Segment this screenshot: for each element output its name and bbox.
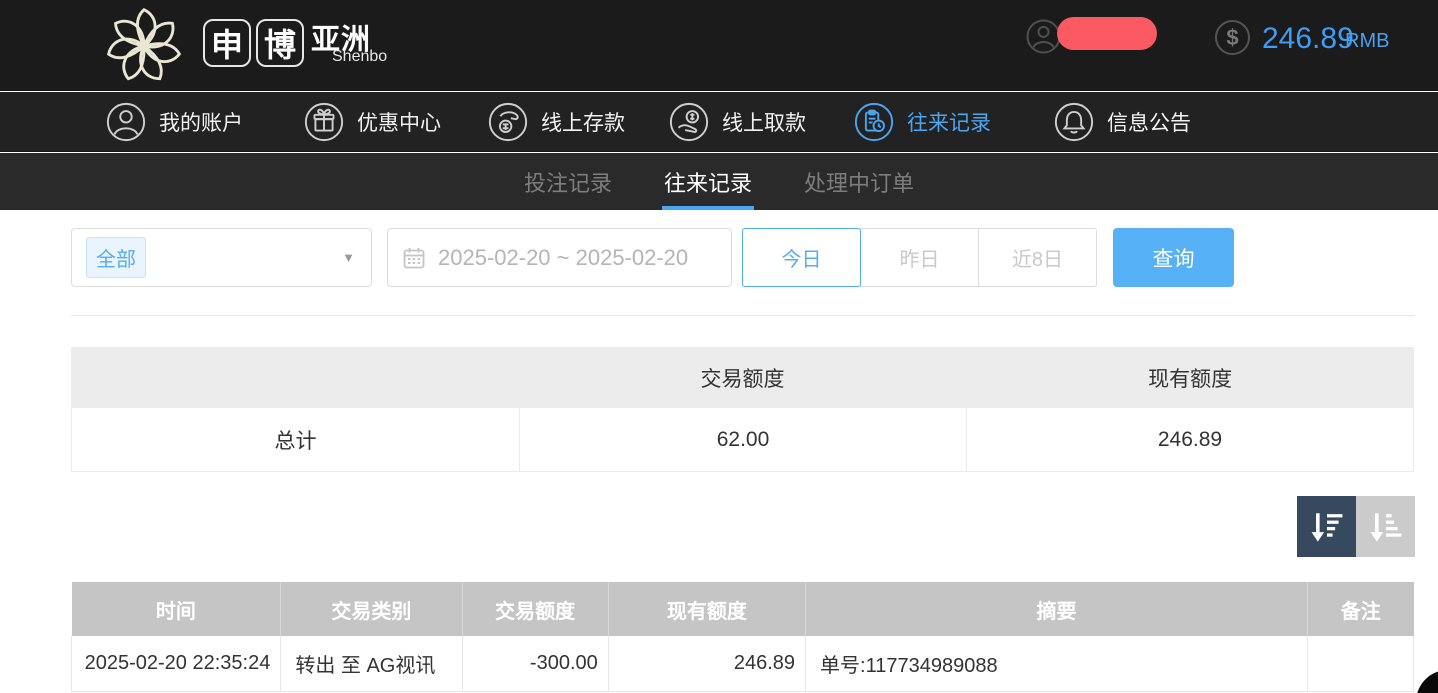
gift-icon: [303, 101, 345, 143]
bell-icon: [1053, 101, 1095, 143]
col-amount: 交易额度: [462, 582, 608, 636]
cell-summary: 单号:117734989088: [806, 636, 1308, 691]
nav-item-promotions[interactable]: 优惠中心: [303, 92, 441, 152]
cell-remark: [1307, 636, 1413, 691]
brand-char-1: 申: [203, 19, 251, 67]
divider: [71, 315, 1414, 316]
date-range-input[interactable]: 2025-02-20 ~ 2025-02-20: [387, 228, 732, 287]
user-icon: [105, 101, 147, 143]
range-last8days-button[interactable]: 近8日: [978, 228, 1097, 287]
col-remark: 备注: [1307, 582, 1413, 636]
balance-dollar-icon: $: [1215, 20, 1250, 55]
records-header-row: 时间 交易类别 交易额度 现有额度 摘要 备注: [72, 582, 1414, 636]
col-summary: 摘要: [806, 582, 1308, 636]
cell-type: 转出 至 AG视讯: [281, 636, 462, 691]
deposit-icon: [487, 101, 529, 143]
summary-header-row: 交易额度 现有额度: [71, 347, 1414, 408]
summary-header-balance: 现有额度: [966, 347, 1414, 408]
summary-table: 交易额度 现有额度 总计 62.00 246.89: [71, 347, 1414, 472]
nav-label: 往来记录: [907, 107, 991, 137]
record-tabs: 投注记录 往来记录 处理中订单: [0, 153, 1438, 210]
cell-time: 2025-02-20 22:35:24: [72, 636, 281, 691]
nav-label: 线上存款: [541, 107, 625, 137]
range-today-button[interactable]: 今日: [742, 228, 861, 287]
page: 申 博 亚洲 Shenbo $ 246.89 RMB 我的账户: [0, 0, 1438, 693]
col-type: 交易类别: [281, 582, 462, 636]
main-nav: 我的账户 优惠中心: [0, 92, 1438, 152]
sort-controls: [1297, 496, 1415, 557]
nav-item-my-account[interactable]: 我的账户: [105, 92, 243, 152]
range-yesterday-button[interactable]: 昨日: [860, 228, 979, 287]
balance-amount[interactable]: 246.89: [1262, 22, 1354, 56]
nav-item-transaction-records[interactable]: 往来记录: [853, 92, 991, 152]
nav-item-deposit[interactable]: 线上存款: [487, 92, 625, 152]
search-button[interactable]: 查询: [1113, 228, 1234, 287]
sort-ascending-button[interactable]: [1356, 496, 1415, 557]
sort-ascending-icon: [1368, 508, 1404, 546]
summary-header-empty: [71, 347, 519, 408]
nav-label: 我的账户: [159, 107, 243, 137]
top-header: 申 博 亚洲 Shenbo $ 246.89 RMB: [0, 0, 1438, 91]
cell-amount: -300.00: [462, 636, 608, 691]
nav-label: 线上取款: [722, 107, 806, 137]
type-filter-select[interactable]: 全部 ▼: [71, 228, 372, 287]
records-table: 时间 交易类别 交易额度 现有额度 摘要 备注 2025-02-20 22:35…: [71, 582, 1414, 692]
summary-total-label: 总计: [72, 408, 519, 471]
summary-header-transaction: 交易额度: [519, 347, 967, 408]
dollar-glyph: $: [1226, 25, 1238, 51]
nav-item-withdraw[interactable]: 线上取款: [668, 92, 806, 152]
sort-descending-button[interactable]: [1297, 496, 1356, 557]
brand-char-2: 博: [256, 19, 304, 67]
tab-betting-records[interactable]: 投注记录: [522, 153, 614, 210]
brand-flower-icon[interactable]: [100, 3, 188, 89]
nav-item-announcements[interactable]: 信息公告: [1053, 92, 1191, 152]
date-range-value: 2025-02-20 ~ 2025-02-20: [438, 245, 688, 271]
filter-row: 全部 ▼ 2025-02-20 ~ 2025-02-20 今日 昨日: [0, 228, 1438, 287]
summary-balance-total: 246.89: [966, 408, 1413, 471]
tab-pending-orders[interactable]: 处理中订单: [802, 153, 916, 210]
corner-widget-button[interactable]: [1416, 670, 1438, 693]
quick-range-group: 今日 昨日 近8日: [742, 228, 1097, 287]
brand-latin: Shenbo: [332, 48, 387, 66]
cell-balance: 246.89: [608, 636, 805, 691]
sort-descending-icon: [1309, 508, 1345, 546]
nav-label: 优惠中心: [357, 107, 441, 137]
table-row: 2025-02-20 22:35:24 转出 至 AG视讯 -300.00 24…: [72, 636, 1414, 691]
chevron-down-icon: ▼: [342, 250, 355, 265]
records-icon: [853, 101, 895, 143]
summary-total-row: 总计 62.00 246.89: [71, 408, 1414, 472]
tab-transaction-records[interactable]: 往来记录: [662, 153, 754, 210]
col-time: 时间: [72, 582, 281, 636]
col-balance: 现有额度: [608, 582, 805, 636]
nav-label: 信息公告: [1107, 107, 1191, 137]
withdraw-icon: [668, 101, 710, 143]
type-filter-selected-chip[interactable]: 全部: [86, 237, 146, 278]
username-redacted-pill[interactable]: [1057, 17, 1157, 50]
summary-transaction-total: 62.00: [519, 408, 966, 471]
calendar-icon: [402, 246, 426, 270]
balance-currency: RMB: [1345, 30, 1389, 53]
